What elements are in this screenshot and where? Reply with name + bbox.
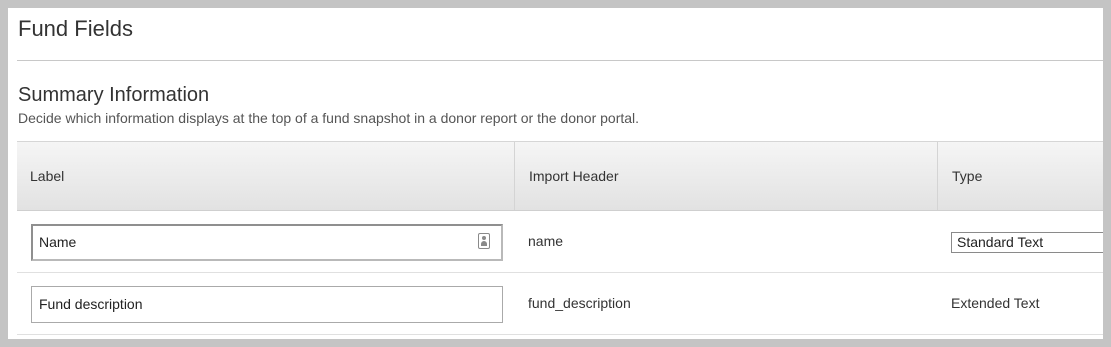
table-row: Name name Standard Text — [17, 211, 1111, 273]
type-select-value: Standard Text — [957, 234, 1044, 250]
fund-fields-panel: Fund Fields Summary Information Decide w… — [8, 8, 1111, 339]
fund-fields-table: Label Import Header Type Name name Stand… — [17, 141, 1111, 339]
table-header: Label Import Header Type — [17, 142, 1111, 211]
column-header-import-header[interactable]: Import Header — [515, 142, 938, 210]
label-input-name[interactable]: Name — [31, 224, 503, 261]
section-description: Decide which information displays at the… — [18, 110, 640, 126]
type-cell: Extended Text — [951, 295, 1040, 311]
label-input-value: Fund description — [39, 296, 143, 312]
type-select[interactable]: Standard Text — [951, 232, 1111, 253]
contact-card-icon[interactable] — [478, 233, 490, 249]
section-title: Summary Information — [18, 84, 210, 106]
table-row: Fund description fund_description Extend… — [17, 273, 1111, 335]
label-input-fund-description[interactable]: Fund description — [31, 286, 503, 323]
column-header-label[interactable]: Label — [17, 142, 515, 210]
column-header-type[interactable]: Type — [938, 142, 1111, 210]
import-header-cell: fund_description — [528, 295, 631, 311]
page-title: Fund Fields — [18, 16, 133, 41]
label-input-value: Name — [39, 234, 77, 250]
import-header-cell: name — [528, 233, 564, 249]
title-divider — [17, 60, 1111, 61]
window-frame-right — [1103, 0, 1111, 347]
